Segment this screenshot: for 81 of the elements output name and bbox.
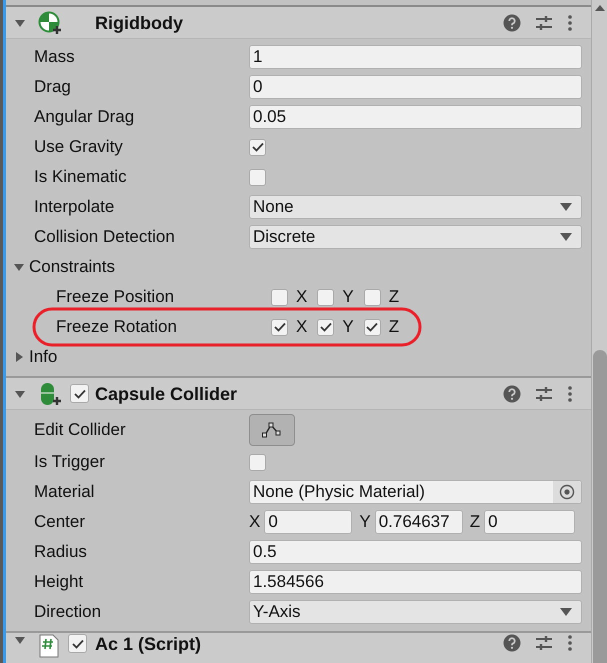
checkmark-icon: [252, 142, 264, 152]
input-field[interactable]: 1.584566: [249, 570, 582, 594]
field-label: Angular Drag: [34, 107, 134, 127]
foldout-arrow-icon[interactable]: [13, 351, 25, 363]
axis-label: X: [296, 317, 308, 337]
field-label: Direction: [34, 602, 102, 622]
field-label: Use Gravity: [34, 137, 123, 157]
field-label: Is Kinematic: [34, 167, 127, 187]
checkbox[interactable]: [249, 138, 266, 156]
input-field[interactable]: 0.764637: [374, 510, 463, 534]
dropdown-caret-icon: [560, 233, 572, 241]
dropdown-caret-icon: [560, 608, 572, 616]
foldout-label[interactable]: Constraints: [29, 257, 115, 277]
axis-label: Z: [388, 317, 400, 337]
input-field[interactable]: 0: [249, 75, 582, 99]
foldout-label[interactable]: Info: [29, 347, 58, 367]
foldout-arrow-icon[interactable]: [13, 261, 25, 273]
input-field[interactable]: 0.05: [249, 105, 582, 129]
axis-label: Z: [388, 287, 400, 307]
checkbox[interactable]: [364, 318, 381, 336]
script-icon: [38, 634, 60, 658]
help-icon[interactable]: [503, 14, 521, 32]
axis-label: Y: [359, 512, 371, 532]
dropdown[interactable]: Y-Axis: [249, 600, 582, 624]
foldout-arrow-icon[interactable]: [14, 634, 26, 646]
component-title: Ac 1 (Script): [95, 634, 202, 654]
field-label: Drag: [34, 77, 71, 97]
input-field[interactable]: 0: [484, 510, 576, 534]
axis-label: X: [249, 512, 260, 532]
field-label: Edit Collider: [34, 420, 126, 440]
settings-sliders-icon[interactable]: [535, 384, 553, 402]
field-label: Center: [34, 512, 86, 532]
checkmark-icon: [72, 638, 84, 648]
field-label: Material: [34, 482, 94, 502]
rigidbody-icon: [38, 10, 62, 34]
component-title: Capsule Collider: [95, 384, 238, 404]
field-label: Interpolate: [34, 197, 114, 217]
checkbox[interactable]: [68, 634, 87, 653]
checkbox[interactable]: [271, 318, 288, 336]
help-icon[interactable]: [503, 384, 521, 402]
checkmark-icon: [366, 322, 378, 332]
object-picker-icon[interactable]: [559, 484, 575, 500]
object-field[interactable]: None (Physic Material): [249, 480, 582, 504]
checkbox[interactable]: [70, 384, 89, 403]
checkbox[interactable]: [317, 318, 334, 336]
settings-sliders-icon[interactable]: [535, 634, 553, 652]
more-options-icon[interactable]: [567, 384, 573, 402]
help-icon[interactable]: [503, 634, 521, 652]
axis-label: Y: [342, 317, 354, 337]
more-options-icon[interactable]: [567, 14, 573, 32]
checkbox[interactable]: [271, 288, 288, 306]
axis-label: X: [296, 287, 308, 307]
checkbox[interactable]: [249, 454, 266, 470]
edit-collider-icon: [261, 422, 283, 438]
capsule-icon: [38, 382, 62, 406]
field-label: Collision Detection: [34, 227, 175, 247]
input-field[interactable]: 0: [264, 510, 352, 534]
input-field[interactable]: 0.5: [249, 540, 582, 564]
more-options-icon[interactable]: [567, 634, 573, 652]
dropdown-caret-icon: [560, 203, 572, 211]
checkmark-icon: [320, 322, 332, 332]
field-label: Radius: [34, 542, 87, 562]
input-field[interactable]: 1: [249, 45, 582, 69]
field-label: Freeze Rotation: [56, 317, 177, 337]
component-title: Rigidbody: [95, 12, 183, 32]
field-label: Height: [34, 572, 84, 592]
dropdown[interactable]: Discrete: [249, 225, 582, 249]
field-label: Freeze Position: [56, 287, 174, 307]
field-label: Mass: [34, 47, 75, 67]
checkbox[interactable]: [364, 288, 381, 306]
checkmark-icon: [274, 322, 286, 332]
axis-label: Z: [470, 512, 480, 532]
field-label: Is Trigger: [34, 452, 105, 472]
checkbox[interactable]: [249, 168, 266, 186]
axis-label: Y: [342, 287, 354, 307]
settings-sliders-icon[interactable]: [535, 14, 553, 32]
checkmark-icon: [74, 388, 86, 398]
dropdown[interactable]: None: [249, 195, 582, 219]
scroll-up-icon[interactable]: [594, 4, 606, 12]
checkbox[interactable]: [317, 288, 334, 306]
edit-collider-button[interactable]: [249, 414, 295, 446]
